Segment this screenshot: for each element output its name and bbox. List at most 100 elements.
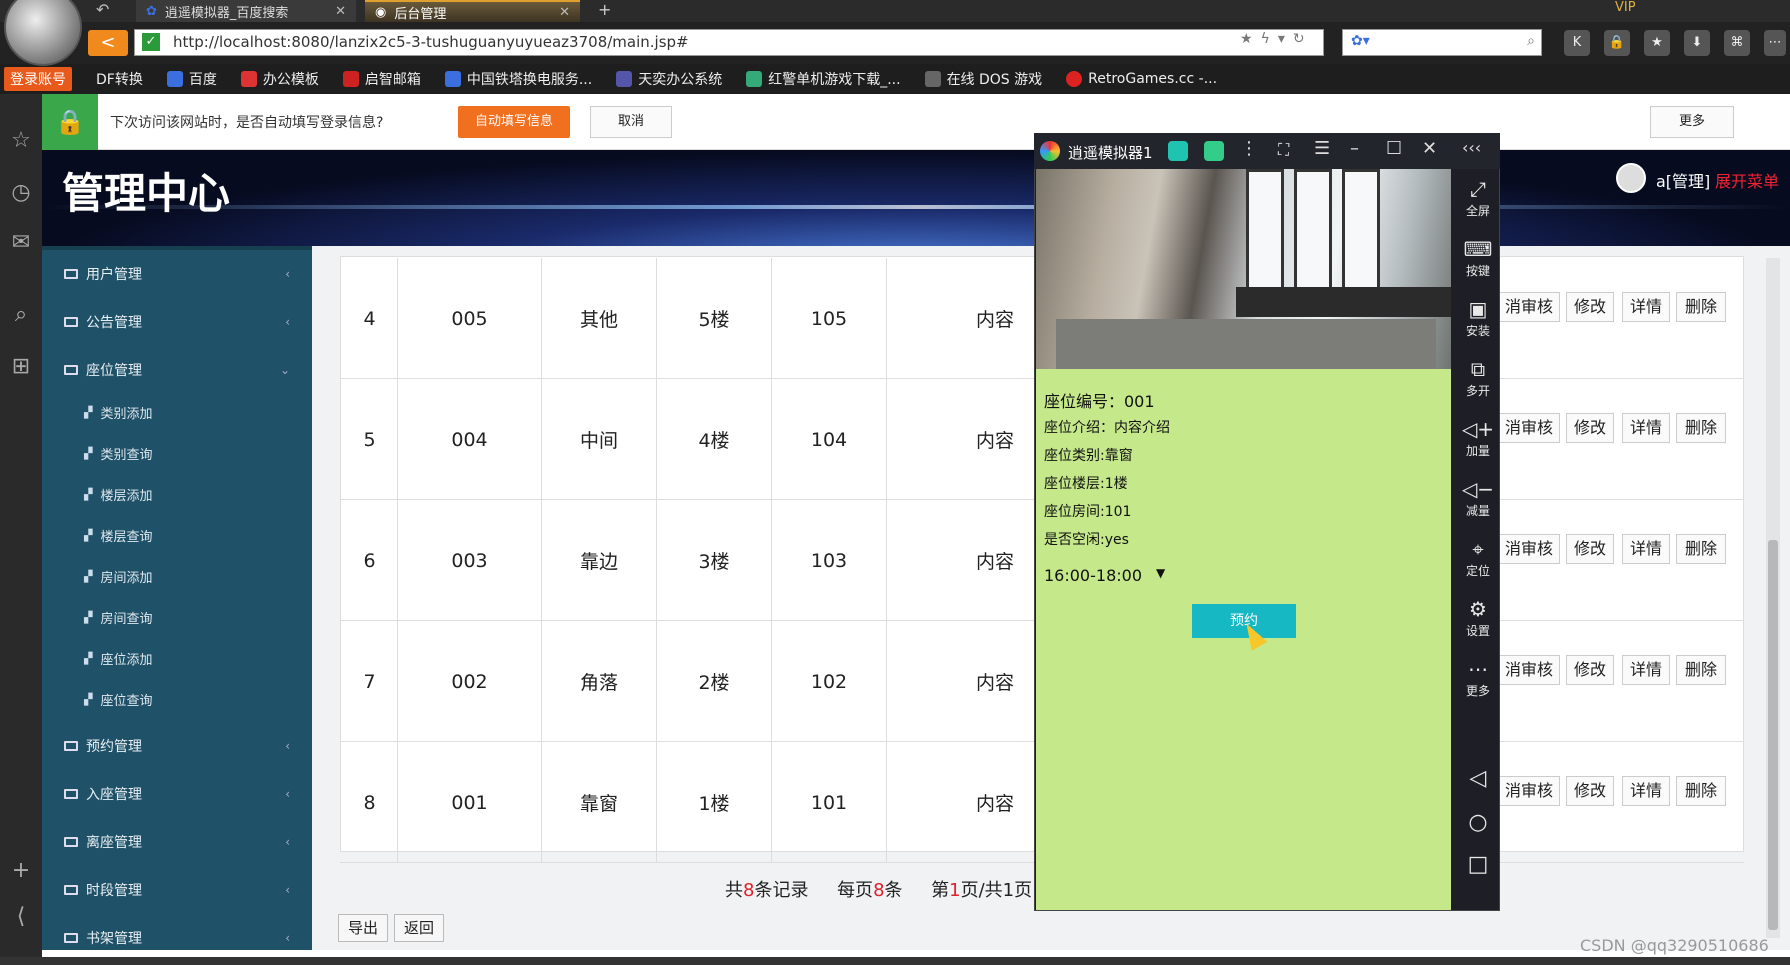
sidebar-subitem-floor-query[interactable]: ▞ 楼层查询 (42, 515, 312, 555)
delete-button[interactable]: 删除 (1676, 655, 1726, 685)
delete-button[interactable]: 删除 (1676, 292, 1726, 322)
delete-button[interactable]: 删除 (1676, 534, 1726, 564)
vip-badge[interactable]: VIP (1615, 0, 1636, 15)
url-toolbar-icons[interactable]: ★ϟ▾↻ (1240, 31, 1313, 47)
bookmark-item[interactable]: DF转换 (96, 69, 143, 89)
emu-tool-settings[interactable]: ⚙ 设置 (1458, 596, 1498, 639)
edit-button[interactable]: 修改 (1566, 413, 1614, 443)
review-button[interactable]: 消审核 (1498, 776, 1560, 806)
emu-tool-fullscreen[interactable]: ⤢ 全屏 (1458, 176, 1498, 219)
maximize-icon[interactable]: ☐ (1386, 138, 1402, 159)
review-button[interactable]: 消审核 (1498, 655, 1560, 685)
fullscreen-toggle-icon[interactable]: ⛶ (1278, 140, 1289, 160)
bookmark-item[interactable]: 中国铁塔换电服务... (444, 69, 592, 89)
favorites-icon[interactable]: ☆ (6, 126, 36, 156)
avatar[interactable] (1616, 163, 1646, 193)
sidebar-item-seats[interactable]: 座位管理 ⌄ (42, 346, 312, 394)
bookmark-item[interactable]: 在线 DOS 游戏 (924, 69, 1042, 89)
search-input[interactable]: ✿▾ ⌕ (1342, 29, 1542, 56)
add-icon[interactable]: + (6, 856, 36, 886)
collapse-icon[interactable]: ⟨ (6, 902, 36, 932)
close-icon[interactable]: ✕ (1422, 138, 1437, 159)
history-icon[interactable]: ◷ (6, 178, 36, 208)
review-button[interactable]: 消审核 (1498, 413, 1560, 443)
inbox-icon[interactable]: ✉ (6, 228, 36, 258)
new-tab-button[interactable]: + (598, 0, 611, 19)
star-icon[interactable]: ★ (1240, 31, 1261, 47)
edit-button[interactable]: 修改 (1566, 655, 1614, 685)
menu-icon[interactable]: ⋯ (1764, 30, 1786, 56)
sidebar-subitem-category-query[interactable]: ▞ 类别查询 (42, 433, 312, 473)
return-button[interactable]: 返回 (394, 914, 444, 942)
edit-button[interactable]: 修改 (1566, 292, 1614, 322)
android-back-icon[interactable]: ◁ (1458, 766, 1498, 791)
sidebar-subitem-seat-query[interactable]: ▞ 座位查询 (42, 679, 312, 719)
detail-button[interactable]: 详情 (1622, 534, 1670, 564)
review-button[interactable]: 消审核 (1498, 292, 1560, 322)
emu-tool-location[interactable]: ⌖ 定位 (1458, 536, 1498, 579)
bookmark-item[interactable]: 红警单机游戏下载_... (746, 69, 901, 89)
detail-button[interactable]: 详情 (1622, 776, 1670, 806)
screenshot-icon[interactable] (1204, 141, 1224, 161)
emu-tool-multi[interactable]: ⧉ 多开 (1458, 356, 1498, 399)
search-icon[interactable]: ⌕ (6, 300, 36, 330)
more-button[interactable]: 更多 (1650, 106, 1734, 138)
favorites-icon[interactable]: ★ (1644, 30, 1670, 56)
sidebar-subitem-seat-add[interactable]: ▞ 座位添加 (42, 638, 312, 678)
emu-tool-install[interactable]: ▣ 安装 (1458, 296, 1498, 339)
sidebar-item-users[interactable]: 用户管理 ‹ (42, 250, 312, 298)
hamburger-icon[interactable]: ☰ (1314, 138, 1330, 159)
detail-button[interactable]: 详情 (1622, 413, 1670, 443)
k-extension-icon[interactable]: K (1564, 30, 1590, 56)
bookmark-item[interactable]: 天奕办公系统 (616, 69, 722, 89)
sidebar-subitem-room-add[interactable]: ▞ 房间添加 (42, 556, 312, 596)
sidebar-subitem-floor-add[interactable]: ▞ 楼层添加 (42, 474, 312, 514)
delete-button[interactable]: 删除 (1676, 776, 1726, 806)
emu-tool-more[interactable]: ⋯ 更多 (1458, 656, 1498, 699)
sidebar-item-notices[interactable]: 公告管理 ‹ (42, 298, 312, 346)
sidebar-item-checkout[interactable]: 离座管理 ‹ (42, 818, 312, 866)
sidebar-item-shelves[interactable]: 书架管理 ‹ (42, 914, 312, 950)
android-home-icon[interactable]: ○ (1458, 810, 1498, 835)
lightning-icon[interactable]: ϟ (1261, 31, 1278, 47)
bookmark-item[interactable]: 百度 (166, 69, 217, 89)
download-icon[interactable]: ⬇ (1684, 30, 1710, 56)
user-name[interactable]: a[管理] (1656, 168, 1710, 192)
bookmark-item[interactable]: 办公模板 (240, 69, 319, 89)
autofill-button[interactable]: 自动填写信息 (458, 106, 570, 138)
url-input[interactable]: http://localhost:8080/lanzix2c5-3-tushug… (134, 29, 1324, 56)
delete-button[interactable]: 删除 (1676, 413, 1726, 443)
back-button[interactable]: < (88, 30, 128, 56)
detail-button[interactable]: 详情 (1622, 655, 1670, 685)
sidebar-item-reservations[interactable]: 预约管理 ‹ (42, 722, 312, 770)
bookmark-item[interactable]: RetroGames.cc -... (1066, 71, 1217, 87)
sidebar-item-checkin[interactable]: 入座管理 ‹ (42, 770, 312, 818)
edit-button[interactable]: 修改 (1566, 534, 1614, 564)
close-tab-icon[interactable]: ✕ (559, 5, 570, 20)
emu-tool-volume-down[interactable]: ◁− 减量 (1458, 476, 1498, 519)
bookmark-item[interactable]: 启智邮箱 (342, 69, 421, 89)
export-button[interactable]: 导出 (338, 914, 388, 942)
emu-tool-keys[interactable]: ⌨ 按键 (1458, 236, 1498, 279)
edit-button[interactable]: 修改 (1566, 776, 1614, 806)
login-account-button[interactable]: 登录账号 (4, 67, 72, 91)
scrollbar-thumb[interactable] (1768, 540, 1778, 930)
sidebar-subitem-room-query[interactable]: ▞ 房间查询 (42, 597, 312, 637)
kebab-menu-icon[interactable]: ⋮ (1240, 138, 1258, 159)
time-slot-select[interactable]: 16:00-18:00 ▼ (1044, 566, 1174, 590)
undo-tab-icon[interactable]: ↶ (96, 0, 109, 19)
tab-baidu-search[interactable]: ✿ 逍遥模拟器_百度搜索 ✕ (136, 0, 356, 22)
close-tab-icon[interactable]: ✕ (335, 4, 346, 19)
detail-button[interactable]: 详情 (1622, 292, 1670, 322)
expand-menu-link[interactable]: 展开菜单 (1715, 168, 1779, 192)
gamepad-icon[interactable]: ⌘ (1724, 30, 1750, 56)
lock-icon[interactable]: 🔒 (1604, 30, 1630, 56)
emu-tool-volume-up[interactable]: ◁+ 加量 (1458, 416, 1498, 459)
review-button[interactable]: 消审核 (1498, 534, 1560, 564)
minimize-icon[interactable]: – (1350, 138, 1359, 159)
tab-admin[interactable]: ◉ 后台管理 ✕ (365, 0, 580, 22)
sidebar-subitem-category-add[interactable]: ▞ 类别添加 (42, 392, 312, 432)
app-icon[interactable] (1168, 141, 1188, 161)
gamepad-icon[interactable]: ⊞ (6, 352, 36, 382)
refresh-icon[interactable]: ↻ (1293, 31, 1313, 47)
